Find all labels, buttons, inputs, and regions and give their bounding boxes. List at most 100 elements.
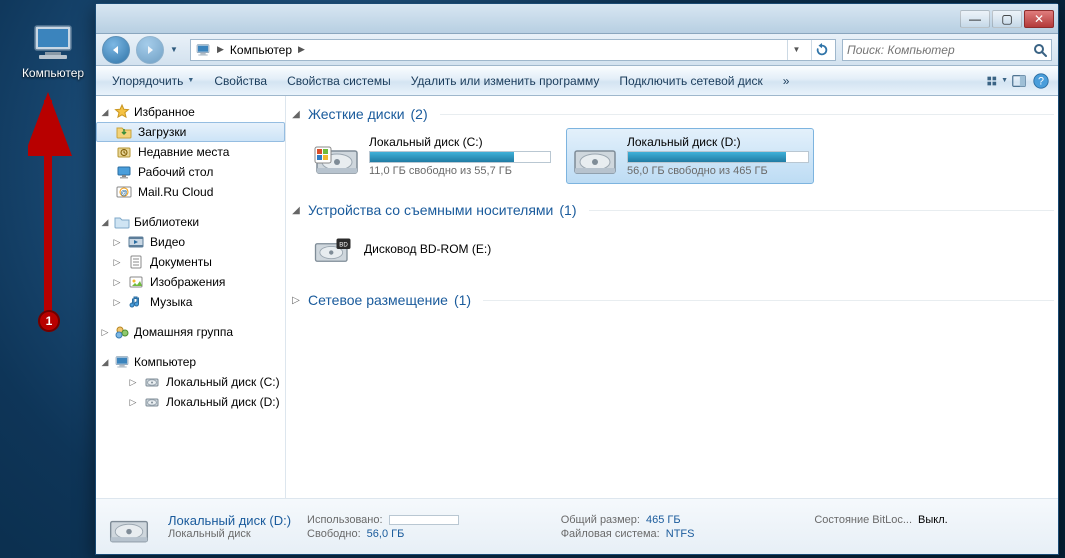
sidebar-item-label: Локальный диск (C:) bbox=[166, 375, 280, 389]
desktop-icon-label: Компьютер bbox=[22, 66, 84, 80]
refresh-icon bbox=[815, 43, 829, 57]
forward-button[interactable] bbox=[136, 36, 164, 64]
sidebar-item-label: Изображения bbox=[150, 275, 225, 289]
explorer-window: — ▢ ✕ ▼ ▶ Компьютер ▶ ▼ bbox=[95, 3, 1059, 555]
category-header-hard-disks[interactable]: ◢ Жесткие диски (2) bbox=[290, 104, 1054, 124]
sidebar-group-computer: ◢ Компьютер ▷ Локальный диск (C:) ▷Локальн… bbox=[96, 352, 285, 412]
breadcrumb-computer[interactable]: Компьютер bbox=[230, 43, 292, 57]
libraries-icon bbox=[114, 214, 130, 230]
drive-usage-bar bbox=[369, 151, 551, 163]
chevron-down-icon: ◢ bbox=[100, 357, 110, 368]
sidebar-item-label: Недавние места bbox=[138, 145, 229, 159]
search-field[interactable] bbox=[842, 39, 1052, 61]
chevron-right-icon: ▷ bbox=[128, 397, 138, 408]
content-pane: ◢ Жесткие диски (2) Локальный диск (C:) … bbox=[286, 96, 1058, 498]
drive-item[interactable]: Локальный диск (D:) 56,0 ГБ свободно из … bbox=[566, 128, 814, 184]
sidebar-header-favorites[interactable]: ◢ Избранное bbox=[96, 102, 285, 122]
search-input[interactable] bbox=[847, 43, 1029, 57]
address-bar: ▼ ▶ Компьютер ▶ ▼ bbox=[96, 34, 1058, 66]
chevron-right-icon: ▷ bbox=[112, 297, 122, 308]
address-history-dropdown[interactable]: ▼ bbox=[787, 40, 805, 60]
sidebar-item-disk[interactable]: ▷Локальный диск (D:) bbox=[96, 392, 285, 412]
arrow-left-icon bbox=[110, 44, 122, 56]
downloads-icon bbox=[116, 124, 132, 140]
sidebar-item-library[interactable]: ▷Музыка bbox=[96, 292, 285, 312]
desktop-icon-computer[interactable]: Компьютер bbox=[8, 18, 98, 80]
sidebar-item-library[interactable]: ▷ Изображения bbox=[96, 272, 285, 292]
sidebar-group-favorites: ◢ Избранное Загрузки Недавние места Рабочи… bbox=[96, 102, 285, 202]
star-icon bbox=[114, 104, 130, 120]
category-header-network[interactable]: ▷ Сетевое размещение (1) bbox=[290, 290, 1054, 310]
chevron-right-icon: ▷ bbox=[100, 327, 110, 338]
sidebar-group-homegroup: ▷ Домашняя группа bbox=[96, 322, 285, 342]
chevron-right-icon: ▷ bbox=[112, 257, 122, 268]
documents-icon bbox=[128, 254, 144, 270]
sidebar-item-favorites[interactable]: Mail.Ru Cloud bbox=[96, 182, 285, 202]
breadcrumb-sep: ▶ bbox=[298, 44, 305, 55]
view-menu[interactable]: ▼ bbox=[986, 70, 1008, 92]
navigation-pane: ◢ Избранное Загрузки Недавние места Рабочи… bbox=[96, 96, 286, 498]
preview-pane-toggle[interactable] bbox=[1008, 70, 1030, 92]
close-button[interactable]: ✕ bbox=[1024, 10, 1054, 28]
details-title-block: Локальный диск (D:) Локальный диск bbox=[168, 513, 291, 540]
chevron-right-icon: ▷ bbox=[290, 295, 302, 306]
sidebar-header-libraries[interactable]: ◢ Библиотеки bbox=[96, 212, 285, 232]
chevron-right-icon: ▷ bbox=[128, 377, 138, 388]
annotation-badge-1: 1 bbox=[38, 310, 60, 332]
drive-usage-bar bbox=[627, 151, 809, 163]
chevron-right-icon: ▷ bbox=[112, 277, 122, 288]
sidebar-item-label: Документы bbox=[150, 255, 212, 269]
refresh-button[interactable] bbox=[811, 40, 831, 60]
category-network: ▷ Сетевое размещение (1) bbox=[290, 290, 1054, 310]
sidebar-item-disk[interactable]: ▷ Локальный диск (C:) bbox=[96, 372, 285, 392]
category-removable: ◢ Устройства со съемными носителями (1) … bbox=[290, 200, 1054, 278]
map-network-drive-button[interactable]: Подключить сетевой диск bbox=[609, 70, 772, 92]
help-button[interactable] bbox=[1030, 70, 1052, 92]
mailru-icon bbox=[116, 184, 132, 200]
desktop-icon bbox=[116, 164, 132, 180]
view-icon bbox=[986, 73, 999, 89]
command-bar: Упорядочить▼ Свойства Свойства системы У… bbox=[96, 66, 1058, 96]
sidebar-item-library[interactable]: ▷ Документы bbox=[96, 252, 285, 272]
help-icon bbox=[1032, 72, 1050, 90]
disk-icon bbox=[313, 133, 361, 181]
drive-name: Локальный диск (D:) bbox=[627, 135, 809, 149]
sidebar-item-label: Mail.Ru Cloud bbox=[138, 185, 213, 199]
sidebar-item-favorites[interactable]: Рабочий стол bbox=[96, 162, 285, 182]
address-field[interactable]: ▶ Компьютер ▶ ▼ bbox=[190, 39, 836, 61]
sidebar-item-library[interactable]: ▷ Видео bbox=[96, 232, 285, 252]
details-total: Общий размер: 465 ГБ bbox=[561, 514, 795, 526]
sidebar-item-label: Рабочий стол bbox=[138, 165, 213, 179]
system-properties-button[interactable]: Свойства системы bbox=[277, 70, 401, 92]
uninstall-program-button[interactable]: Удалить или изменить программу bbox=[401, 70, 610, 92]
details-bitlocker: Состояние BitLoc... Выкл. bbox=[814, 514, 1048, 526]
category-header-removable[interactable]: ◢ Устройства со съемными носителями (1) bbox=[290, 200, 1054, 220]
chevron-down-icon: ◢ bbox=[100, 217, 110, 228]
sidebar-item-favorites[interactable]: Загрузки bbox=[96, 122, 285, 142]
search-icon bbox=[1033, 43, 1047, 57]
drive-bdrom[interactable]: Дисковод BD-ROM (E:) bbox=[308, 224, 495, 274]
history-dropdown[interactable]: ▼ bbox=[170, 45, 184, 54]
bdrom-icon bbox=[312, 228, 354, 270]
chevron-down-icon: ◢ bbox=[290, 205, 302, 216]
sidebar-header-homegroup[interactable]: ▷ Домашняя группа bbox=[96, 322, 285, 342]
chevron-right-icon: ▷ bbox=[112, 237, 122, 248]
computer-icon bbox=[29, 18, 77, 66]
disk-icon bbox=[144, 374, 160, 390]
properties-button[interactable]: Свойства bbox=[204, 70, 277, 92]
drive-free-text: 56,0 ГБ свободно из 465 ГБ bbox=[627, 165, 809, 177]
more-commands-button[interactable]: » bbox=[773, 70, 800, 92]
organize-menu[interactable]: Упорядочить▼ bbox=[102, 70, 204, 92]
back-button[interactable] bbox=[102, 36, 130, 64]
sidebar-item-label: Видео bbox=[150, 235, 185, 249]
window-body: ◢ Избранное Загрузки Недавние места Рабочи… bbox=[96, 96, 1058, 498]
sidebar-item-favorites[interactable]: Недавние места bbox=[96, 142, 285, 162]
sidebar-header-computer[interactable]: ◢ Компьютер bbox=[96, 352, 285, 372]
disk-icon bbox=[144, 394, 160, 410]
maximize-button[interactable]: ▢ bbox=[992, 10, 1022, 28]
details-fs: Файловая система: NTFS bbox=[561, 528, 795, 540]
recent-icon bbox=[116, 144, 132, 160]
minimize-button[interactable]: — bbox=[960, 10, 990, 28]
drive-name: Локальный диск (C:) bbox=[369, 135, 551, 149]
drive-item[interactable]: Локальный диск (C:) 11,0 ГБ свободно из … bbox=[308, 128, 556, 184]
